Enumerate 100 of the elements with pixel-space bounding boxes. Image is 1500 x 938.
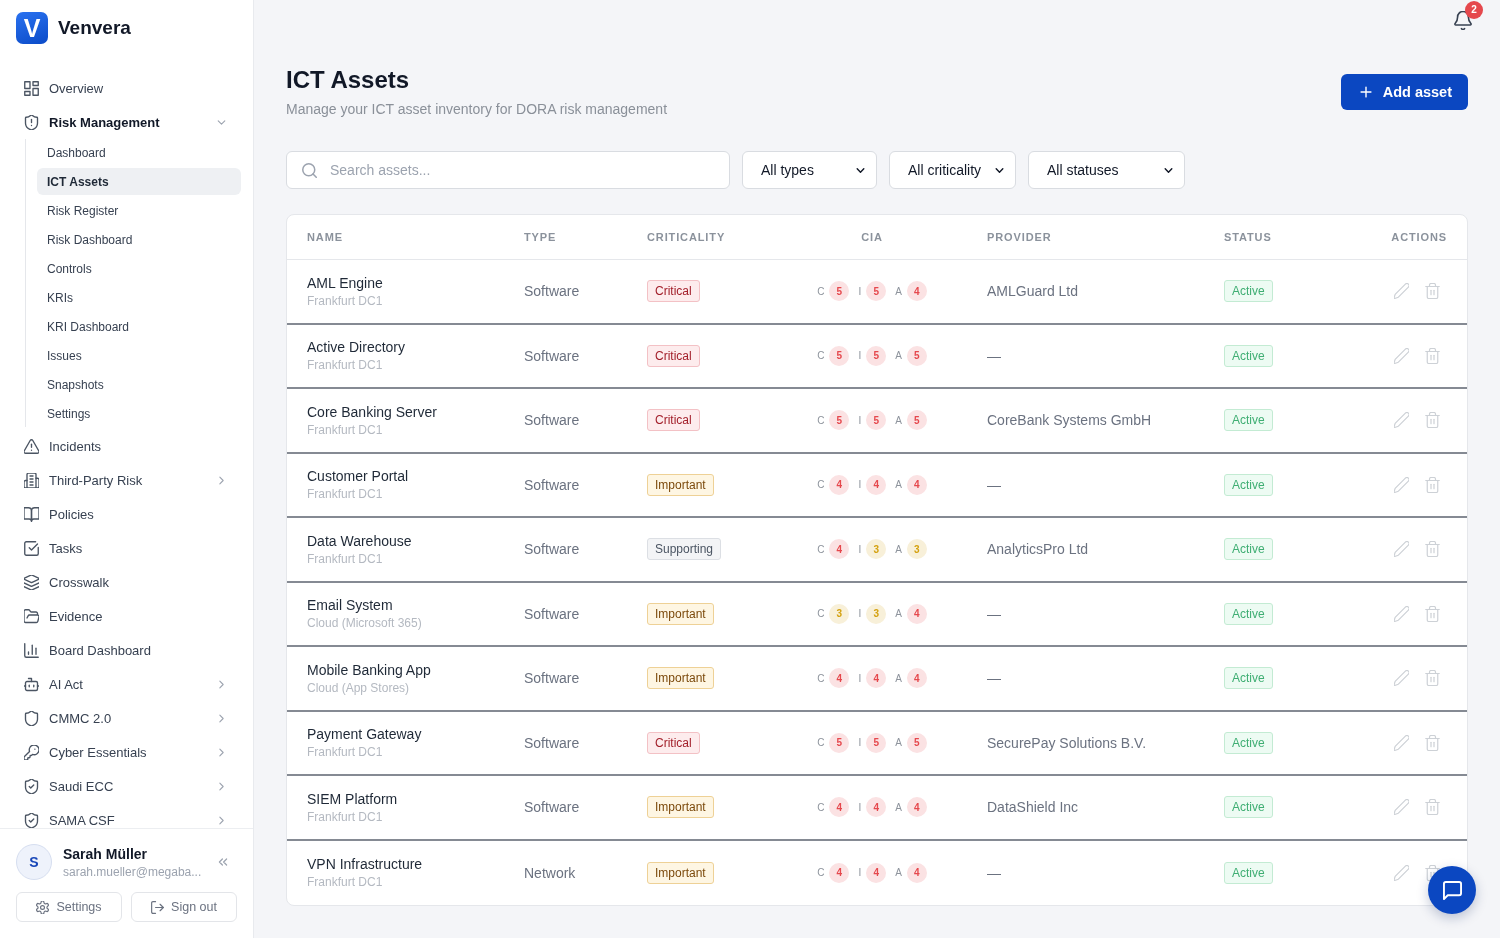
pencil-icon[interactable] (1394, 799, 1409, 816)
cia-letter: A (895, 737, 902, 749)
provider-name: SecurePay Solutions B.V. (987, 734, 1147, 751)
pencil-icon[interactable] (1394, 283, 1409, 300)
asset-type: Software (524, 412, 580, 429)
bell-icon[interactable] (1454, 10, 1472, 30)
cia-letter: A (895, 414, 902, 426)
cia-letter: I (858, 479, 862, 491)
bar-chart-icon (24, 642, 39, 658)
nav-subitem[interactable]: ICT Assets (37, 168, 241, 195)
chat-button[interactable] (1428, 866, 1476, 914)
double-chevron-left-icon[interactable] (217, 856, 229, 868)
page-title: ICT Assets (286, 65, 411, 95)
status-badge: Active (1224, 409, 1273, 432)
nav-item[interactable]: SAMA CSF (12, 803, 241, 828)
pencil-icon[interactable] (1394, 864, 1409, 881)
search-field[interactable]: Search assets... (286, 151, 730, 189)
cia-score: 5 (866, 410, 887, 431)
nav-item[interactable]: Cyber Essentials (12, 735, 241, 769)
cia-letter: C (817, 672, 825, 684)
grid-icon (24, 80, 39, 96)
cia-score: 4 (906, 668, 927, 689)
pencil-icon[interactable] (1394, 541, 1409, 558)
nav-subitem[interactable]: Issues (37, 342, 241, 369)
column-header: TYPE (524, 231, 558, 243)
nav-item[interactable]: Board Dashboard (12, 633, 241, 667)
cia-score: 3 (866, 539, 887, 560)
column-header: ACTIONS (1390, 231, 1447, 243)
status-badge: Active (1224, 667, 1273, 690)
cia-letter: I (858, 414, 862, 426)
sign-out-icon (151, 900, 165, 914)
asset-type: Software (524, 476, 580, 493)
cia-letter: C (817, 737, 825, 749)
notification-badge: 2 (1465, 0, 1483, 19)
cia-score: 4 (829, 797, 850, 818)
nav-subitem[interactable]: KRIs (37, 284, 241, 311)
nav-subitem[interactable]: KRI Dashboard (37, 313, 241, 340)
asset-type: Software (524, 283, 580, 300)
column-header: PROVIDER (986, 231, 1053, 243)
cia-letter: A (895, 285, 902, 297)
criticality-badge: Critical (647, 409, 700, 432)
nav-item[interactable]: Third-Party Risk (12, 463, 241, 497)
asset-location: Frankfurt DC1 (307, 293, 384, 308)
nav-item[interactable]: Policies (12, 497, 241, 531)
cia-letter: A (895, 867, 902, 879)
cia-letter: C (817, 608, 825, 620)
column-header: NAME (307, 231, 344, 243)
provider-name: AMLGuard Ltd (987, 283, 1079, 300)
cia-score: 3 (866, 603, 887, 624)
pencil-icon[interactable] (1394, 347, 1409, 364)
sign-out-button[interactable]: Sign out (131, 892, 237, 922)
cia-letter: A (895, 608, 902, 620)
pencil-icon[interactable] (1394, 670, 1409, 687)
cia-letter: C (817, 801, 825, 813)
nav-item[interactable]: Crosswalk (12, 565, 241, 599)
status-badge: Active (1224, 602, 1273, 625)
cia-letter: C (817, 350, 825, 362)
asset-name: Mobile Banking App (307, 661, 432, 678)
provider-name: — (987, 605, 1001, 622)
provider-name: — (987, 670, 1001, 687)
cia-letter: A (895, 479, 902, 491)
asset-location: Cloud (App Stores) (307, 680, 411, 695)
filter-select[interactable]: All types (742, 151, 877, 189)
asset-type: Software (524, 670, 580, 687)
asset-name: VPN Infrastructure (307, 856, 424, 873)
user-name: Sarah Müller (63, 845, 149, 862)
nav-item[interactable]: Overview (12, 71, 241, 105)
nav-item[interactable]: AI Act (12, 667, 241, 701)
criticality-badge: Critical (647, 344, 700, 367)
pencil-icon[interactable] (1394, 412, 1409, 429)
nav-item[interactable]: Saudi ECC (12, 769, 241, 803)
pencil-icon[interactable] (1394, 734, 1409, 751)
cia-letter: I (858, 867, 862, 879)
filter-select[interactable]: All criticality (889, 151, 1016, 189)
nav-subitem[interactable]: Snapshots (37, 371, 241, 398)
pencil-icon[interactable] (1394, 476, 1409, 493)
nav-subitem[interactable]: Dashboard (37, 139, 241, 166)
nav-subitem[interactable]: Controls (37, 255, 241, 282)
settings-button[interactable]: Settings (16, 892, 122, 922)
status-badge: Active (1224, 731, 1273, 754)
nav-subitem[interactable]: Risk Dashboard (37, 226, 241, 253)
layers-icon (24, 574, 39, 590)
nav-item[interactable]: Tasks (12, 531, 241, 565)
key-icon (24, 744, 39, 760)
criticality-badge: Critical (647, 280, 700, 303)
nav-item[interactable]: CMMC 2.0 (12, 701, 241, 735)
cia-letter: I (858, 543, 862, 555)
filter-select[interactable]: All statuses (1028, 151, 1185, 189)
nav-item[interactable]: Risk Management (12, 105, 241, 139)
nav-item[interactable]: Incidents (12, 429, 241, 463)
nav-subitem[interactable]: Settings (37, 400, 241, 427)
asset-name: Core Banking Server (307, 403, 438, 420)
cia-score: 5 (866, 345, 887, 366)
nav-subitem[interactable]: Risk Register (37, 197, 241, 224)
nav-item[interactable]: Evidence (12, 599, 241, 633)
cia-letter: I (858, 672, 862, 684)
asset-location: Frankfurt DC1 (307, 745, 384, 760)
add-asset-button[interactable]: Add asset (1340, 73, 1468, 110)
status-badge: Active (1224, 344, 1273, 367)
pencil-icon[interactable] (1394, 605, 1409, 622)
